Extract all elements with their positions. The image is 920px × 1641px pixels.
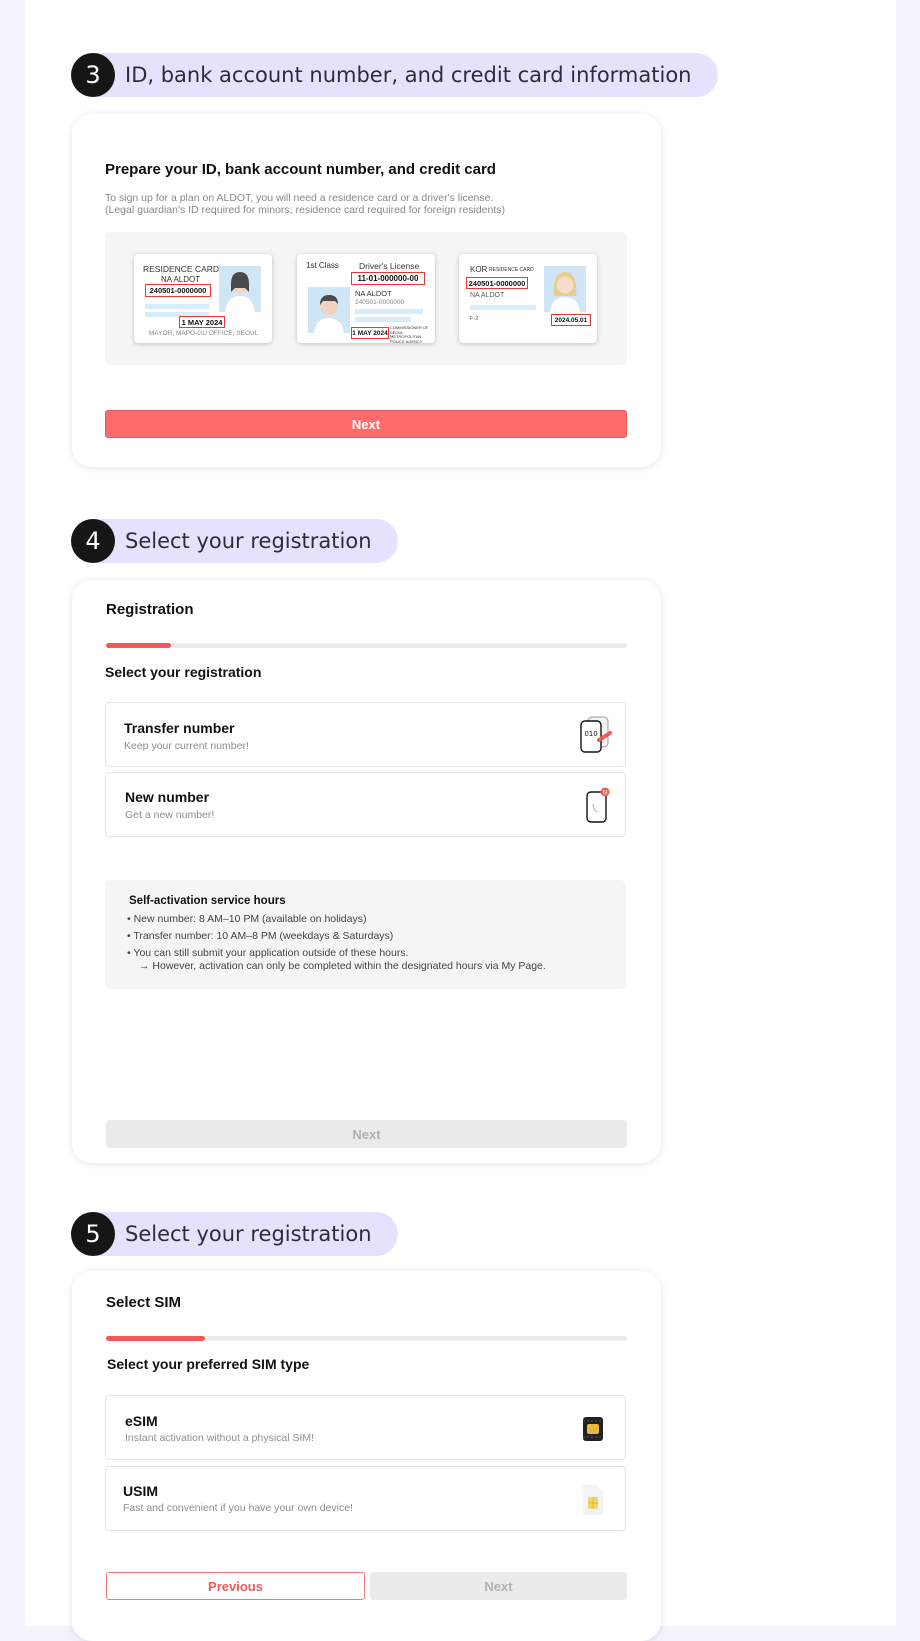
option-subtitle: Fast and convenient if you have your own… [123,1502,353,1514]
residence-card-image: RESIDENCE CARD NA ALDOT 240501-0000000 1… [134,254,272,343]
id-description-line2: (Legal guardian's ID required for minors… [105,204,506,216]
registration-progress-bar [106,643,627,648]
registration-card: Registration Select your registration Tr… [72,580,661,1163]
progress-fill [106,1336,205,1341]
option-usim[interactable]: USIM Fast and convenient if you have you… [105,1466,626,1531]
page-container: 3 ID, bank account number, and credit ca… [25,0,896,1641]
registration-heading: Registration [106,601,194,618]
option-subtitle: Get a new number! [125,809,215,821]
step-title: Select your registration [93,1212,398,1256]
card-field-bar [355,317,411,322]
card-field-bar [145,304,209,309]
license-id: 240501-0000000 [355,299,405,306]
card3-photo-icon [544,266,586,312]
id-heading: Prepare your ID, bank account number, an… [105,161,496,178]
svg-text:N: N [603,789,608,796]
card-issuer: MAYOR, MAPO-GU OFFICE, SEOUL [149,330,259,337]
step-5-header: 5 Select your registration [71,1212,398,1256]
foreign-residence-card-image: KOR RESIDENCE CARD 240501-0000000 NA ALD… [459,254,597,343]
id-info-card: Prepare your ID, bank account number, an… [72,114,661,467]
card3-country: KOR [470,265,488,274]
card3-id-highlight: 240501-0000000 [466,277,528,289]
license-photo-icon [308,287,350,333]
step-number: 5 [71,1212,115,1256]
card3-visa: F-2 [470,316,479,322]
sim-next-button[interactable]: Next [370,1572,627,1600]
license-name: NA ALDOT [355,289,392,298]
option-title: New number [125,789,210,805]
svg-text:010: 010 [584,730,597,738]
id-photo-icon [219,266,261,312]
step-number: 3 [71,53,115,97]
activation-hours-notice: Self-activation service hours • New numb… [105,880,626,989]
option-title: Transfer number [124,720,235,736]
notice-line: → However, activation can only be comple… [139,960,546,972]
progress-fill [106,643,172,648]
step-title: Select your registration [93,519,398,563]
sim-card: Select SIM Select your preferred SIM typ… [72,1271,661,1641]
option-esim[interactable]: eSIM Instant activation without a physic… [105,1395,626,1460]
option-title: USIM [123,1483,158,1499]
notice-title: Self-activation service hours [129,895,286,907]
phone-transfer-icon: 010 [579,716,613,754]
step-number: 4 [71,519,115,563]
phone-new-icon: N [584,786,612,824]
drivers-license-image: 1st Class Driver's License 11-01-000000-… [297,254,435,343]
card3-name: NA ALDOT [470,292,505,299]
card3-title: RESIDENCE CARD [489,267,534,273]
option-subtitle: Keep your current number! [124,740,249,752]
card3-date-highlight: 2024.05.01 [551,314,591,326]
notice-line: • You can still submit your application … [127,947,409,959]
card-date-highlight: 1 MAY 2024 [179,316,225,328]
option-new-number[interactable]: New number Get a new number! N [105,772,626,837]
license-date-highlight: 1 MAY 2024 [351,327,389,339]
card-name: NA ALDOT [161,275,201,284]
option-transfer-number[interactable]: Transfer number Keep your current number… [105,702,626,767]
id-next-button[interactable]: Next [105,410,627,438]
license-class: 1st Class [306,261,339,270]
previous-button[interactable]: Previous [106,1572,365,1600]
option-title: eSIM [125,1413,158,1429]
card-field-bar [355,309,423,314]
license-title: Driver's License [359,261,420,271]
sim-progress-bar [106,1336,627,1341]
step-title: ID, bank account number, and credit card… [93,53,718,97]
registration-question: Select your registration [105,664,262,680]
id-description-line1: To sign up for a plan on ALDOT, you will… [105,192,494,204]
card-field-bar [470,305,536,310]
card-title: RESIDENCE CARD [143,264,220,274]
step-3-header: 3 ID, bank account number, and credit ca… [71,53,718,97]
usim-card-icon [581,1483,605,1517]
id-examples-panel: RESIDENCE CARD NA ALDOT 240501-0000000 1… [105,232,627,365]
sim-heading: Select SIM [106,1294,182,1311]
esim-chip-icon [581,1415,605,1443]
sim-question: Select your preferred SIM type [107,1356,310,1372]
option-subtitle: Instant activation without a physical SI… [125,1432,315,1444]
license-issuer: COMMISSIONER OF SEOUL METROPOLITAN POLIC… [390,325,429,343]
card-id-highlight: 240501-0000000 [145,284,211,297]
license-number-highlight: 11-01-000000-00 [351,272,425,285]
notice-line: • Transfer number: 10 AM–8 PM (weekdays … [127,930,394,942]
step-4-header: 4 Select your registration [71,519,398,563]
notice-line: • New number: 8 AM–10 PM (available on h… [127,913,367,925]
registration-next-button[interactable]: Next [106,1120,627,1148]
